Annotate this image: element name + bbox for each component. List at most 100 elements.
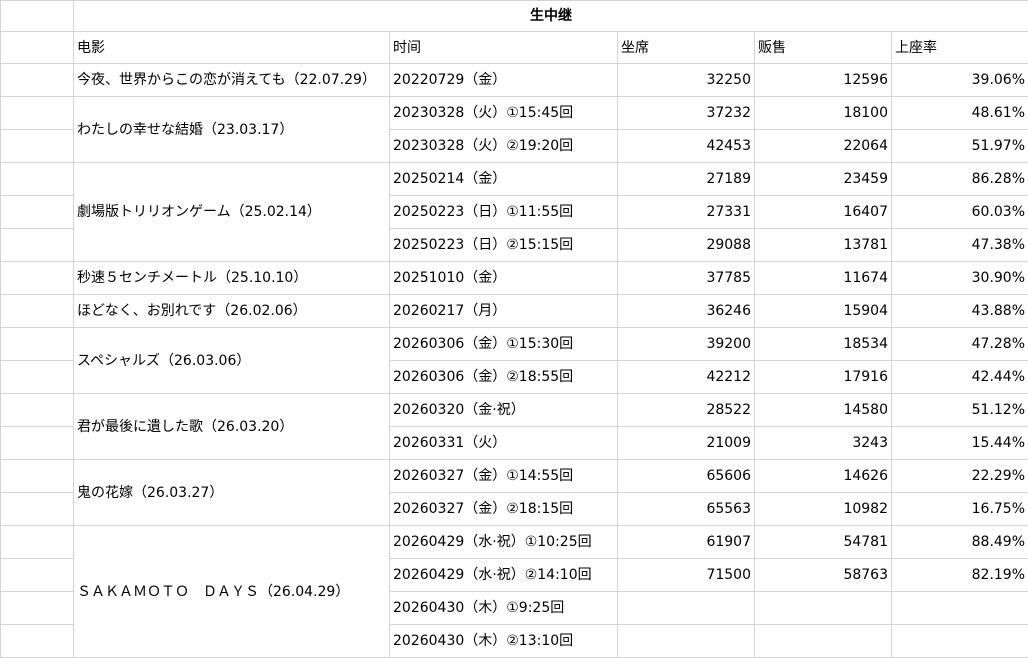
rate-cell[interactable]: 22.29% (892, 460, 1028, 493)
rate-cell[interactable]: 43.88% (892, 295, 1028, 328)
rate-cell[interactable]: 60.03% (892, 196, 1028, 229)
movie-title-cell[interactable]: わたしの幸せな結婚（23.03.17） (74, 97, 390, 163)
blank-cell[interactable] (1, 328, 74, 361)
time-cell[interactable]: 20260306（金）②18:55回 (390, 361, 618, 394)
rate-cell[interactable]: 48.61% (892, 97, 1028, 130)
seats-cell[interactable]: 36246 (618, 295, 755, 328)
movie-title-cell[interactable]: 劇場版トリリオンゲーム（25.02.14） (74, 163, 390, 262)
header-rate[interactable]: 上座率 (892, 32, 1028, 64)
movie-title-cell[interactable]: ほどなく、お別れです（26.02.06） (74, 295, 390, 328)
blank-cell[interactable] (1, 394, 74, 427)
seats-cell[interactable]: 61907 (618, 526, 755, 559)
blank-cell[interactable] (1, 559, 74, 592)
blank-cell[interactable] (1, 592, 74, 625)
sales-cell[interactable]: 3243 (755, 427, 892, 460)
movie-title-cell[interactable]: 今夜、世界からこの恋が消えても（22.07.29） (74, 64, 390, 97)
header-time[interactable]: 时间 (390, 32, 618, 64)
blank-cell[interactable] (1, 625, 74, 658)
rate-cell[interactable] (892, 625, 1028, 658)
rate-cell[interactable]: 16.75% (892, 493, 1028, 526)
sales-cell[interactable]: 13781 (755, 229, 892, 262)
blank-cell[interactable] (1, 1, 74, 32)
time-cell[interactable]: 20230328（火）②19:20回 (390, 130, 618, 163)
time-cell[interactable]: 20250223（日）①11:55回 (390, 196, 618, 229)
seats-cell[interactable]: 28522 (618, 394, 755, 427)
time-cell[interactable]: 20260429（水·祝）①10:25回 (390, 526, 618, 559)
time-cell[interactable]: 20250214（金） (390, 163, 618, 196)
sales-cell[interactable]: 18100 (755, 97, 892, 130)
sales-cell[interactable] (755, 625, 892, 658)
time-cell[interactable]: 20260429（水·祝）②14:10回 (390, 559, 618, 592)
seats-cell[interactable]: 37232 (618, 97, 755, 130)
movie-title-cell[interactable]: ＳＡＫＡＭＯＴＯ ＤＡＹＳ（26.04.29） (74, 526, 390, 658)
seats-cell[interactable]: 32250 (618, 64, 755, 97)
header-seats[interactable]: 坐席 (618, 32, 755, 64)
seats-cell[interactable]: 37785 (618, 262, 755, 295)
rate-cell[interactable]: 86.28% (892, 163, 1028, 196)
blank-cell[interactable] (1, 32, 74, 64)
blank-cell[interactable] (1, 361, 74, 394)
time-cell[interactable]: 20250223（日）②15:15回 (390, 229, 618, 262)
rate-cell[interactable]: 47.38% (892, 229, 1028, 262)
blank-cell[interactable] (1, 493, 74, 526)
blank-cell[interactable] (1, 64, 74, 97)
sales-cell[interactable]: 58763 (755, 559, 892, 592)
seats-cell[interactable]: 65563 (618, 493, 755, 526)
sales-cell[interactable]: 54781 (755, 526, 892, 559)
sales-cell[interactable] (755, 592, 892, 625)
seats-cell[interactable] (618, 625, 755, 658)
sales-cell[interactable]: 10982 (755, 493, 892, 526)
sheet-title[interactable]: 生中继 (74, 1, 1028, 32)
time-cell[interactable]: 20260327（金）②18:15回 (390, 493, 618, 526)
time-cell[interactable]: 20260331（火） (390, 427, 618, 460)
time-cell[interactable]: 20260306（金）①15:30回 (390, 328, 618, 361)
blank-cell[interactable] (1, 262, 74, 295)
rate-cell[interactable]: 88.49% (892, 526, 1028, 559)
seats-cell[interactable]: 27189 (618, 163, 755, 196)
sales-cell[interactable]: 14626 (755, 460, 892, 493)
rate-cell[interactable]: 47.28% (892, 328, 1028, 361)
sales-cell[interactable]: 22064 (755, 130, 892, 163)
blank-cell[interactable] (1, 229, 74, 262)
rate-cell[interactable]: 42.44% (892, 361, 1028, 394)
movie-title-cell[interactable]: 秒速５センチメートル（25.10.10） (74, 262, 390, 295)
seats-cell[interactable]: 71500 (618, 559, 755, 592)
time-cell[interactable]: 20220729（金） (390, 64, 618, 97)
seats-cell[interactable] (618, 592, 755, 625)
sales-cell[interactable]: 14580 (755, 394, 892, 427)
rate-cell[interactable]: 15.44% (892, 427, 1028, 460)
sales-cell[interactable]: 16407 (755, 196, 892, 229)
seats-cell[interactable]: 39200 (618, 328, 755, 361)
header-sales[interactable]: 贩售 (755, 32, 892, 64)
sales-cell[interactable]: 23459 (755, 163, 892, 196)
movie-title-cell[interactable]: スペシャルズ（26.03.06） (74, 328, 390, 394)
time-cell[interactable]: 20260327（金）①14:55回 (390, 460, 618, 493)
time-cell[interactable]: 20260217（月） (390, 295, 618, 328)
sales-cell[interactable]: 17916 (755, 361, 892, 394)
blank-cell[interactable] (1, 295, 74, 328)
header-movie[interactable]: 电影 (74, 32, 390, 64)
seats-cell[interactable]: 27331 (618, 196, 755, 229)
sales-cell[interactable]: 11674 (755, 262, 892, 295)
blank-cell[interactable] (1, 196, 74, 229)
time-cell[interactable]: 20260430（木）①9:25回 (390, 592, 618, 625)
blank-cell[interactable] (1, 526, 74, 559)
rate-cell[interactable]: 51.12% (892, 394, 1028, 427)
seats-cell[interactable]: 65606 (618, 460, 755, 493)
blank-cell[interactable] (1, 460, 74, 493)
rate-cell[interactable]: 30.90% (892, 262, 1028, 295)
time-cell[interactable]: 20260320（金·祝） (390, 394, 618, 427)
rate-cell[interactable]: 39.06% (892, 64, 1028, 97)
blank-cell[interactable] (1, 130, 74, 163)
rate-cell[interactable]: 82.19% (892, 559, 1028, 592)
seats-cell[interactable]: 29088 (618, 229, 755, 262)
rate-cell[interactable]: 51.97% (892, 130, 1028, 163)
blank-cell[interactable] (1, 163, 74, 196)
blank-cell[interactable] (1, 97, 74, 130)
sales-cell[interactable]: 12596 (755, 64, 892, 97)
time-cell[interactable]: 20260430（木）②13:10回 (390, 625, 618, 658)
time-cell[interactable]: 20230328（火）①15:45回 (390, 97, 618, 130)
movie-title-cell[interactable]: 君が最後に遺した歌（26.03.20） (74, 394, 390, 460)
movie-title-cell[interactable]: 鬼の花嫁（26.03.27） (74, 460, 390, 526)
seats-cell[interactable]: 21009 (618, 427, 755, 460)
